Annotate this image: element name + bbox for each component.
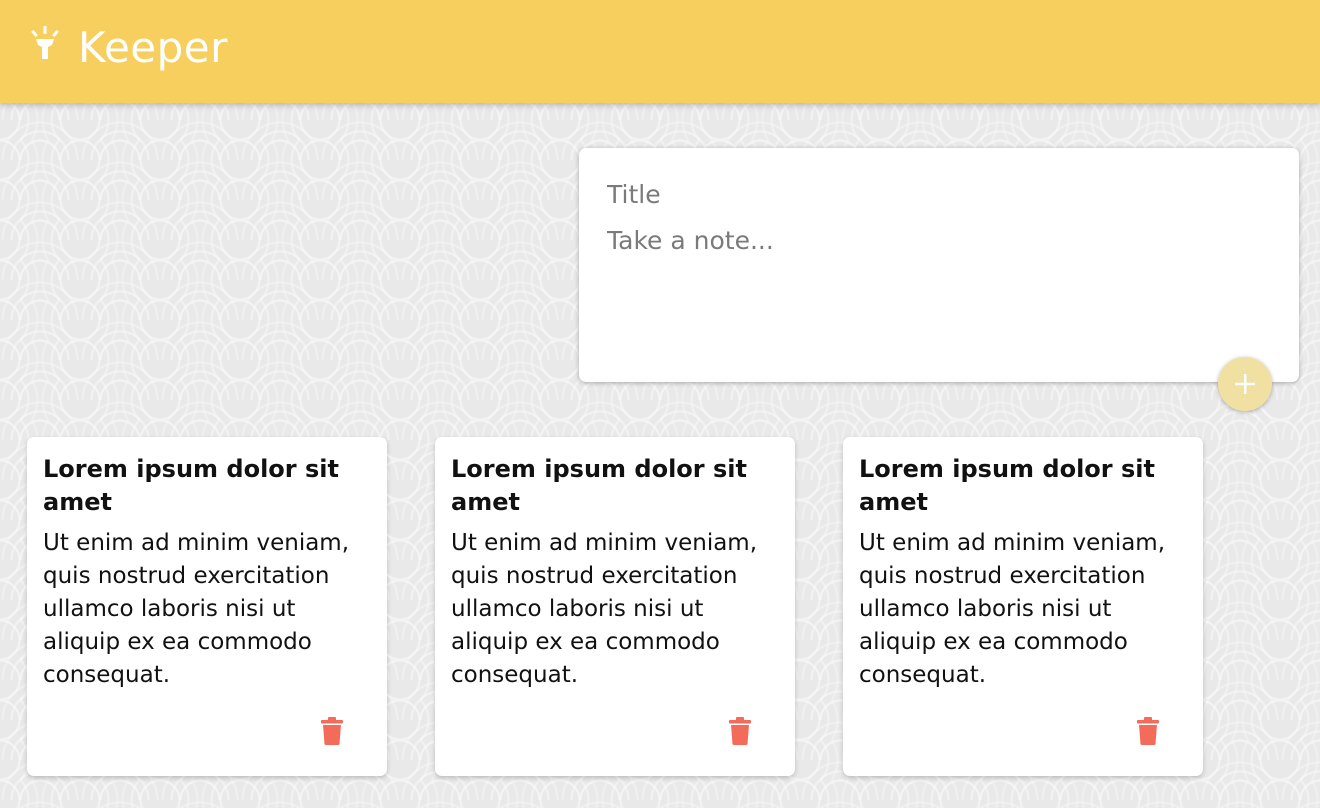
delete-note-button[interactable] [725, 714, 755, 748]
trash-icon [1137, 717, 1159, 745]
plus-icon [1235, 374, 1255, 394]
note-card: Lorem ipsum dolor sit amet Ut enim ad mi… [843, 437, 1203, 776]
add-note-button[interactable] [1218, 357, 1272, 411]
note-card: Lorem ipsum dolor sit amet Ut enim ad mi… [27, 437, 387, 776]
create-note-form [579, 148, 1299, 382]
trash-icon [321, 717, 343, 745]
note-title: Lorem ipsum dolor sit amet [451, 455, 747, 516]
flashlight-icon [31, 25, 59, 59]
note-title: Lorem ipsum dolor sit amet [859, 455, 1155, 516]
note-content: Ut enim ad minim veniam, quis nostrud ex… [43, 530, 357, 688]
app-header: Keeper [0, 0, 1320, 103]
app-title: Keeper [78, 23, 228, 72]
note-title-input[interactable] [607, 176, 1271, 212]
note-content: Ut enim ad minim veniam, quis nostrud ex… [451, 530, 765, 688]
delete-note-button[interactable] [317, 714, 347, 748]
note-card: Lorem ipsum dolor sit amet Ut enim ad mi… [435, 437, 795, 776]
delete-note-button[interactable] [1133, 714, 1163, 748]
note-content-input[interactable] [607, 224, 1271, 344]
trash-icon [729, 717, 751, 745]
note-content: Ut enim ad minim veniam, quis nostrud ex… [859, 530, 1173, 688]
note-title: Lorem ipsum dolor sit amet [43, 455, 339, 516]
